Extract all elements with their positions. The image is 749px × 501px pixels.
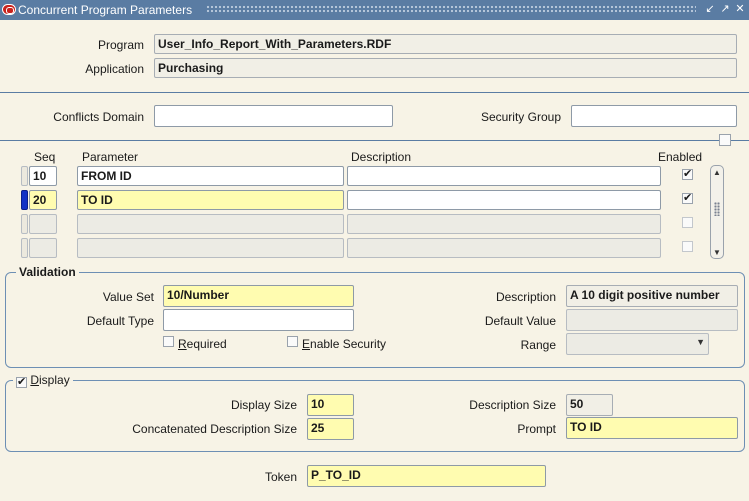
prompt-field[interactable]: TO ID — [566, 417, 738, 439]
token-label: Token — [264, 470, 297, 484]
description-size-field[interactable]: 50 — [566, 394, 613, 416]
scroll-up-icon[interactable]: ▲ — [713, 168, 721, 177]
chevron-down-icon[interactable]: ▼ — [696, 337, 705, 347]
description-field[interactable] — [347, 214, 661, 234]
range-label: Range — [520, 338, 556, 352]
column-header-seq: Seq — [34, 150, 56, 164]
token-field[interactable]: P_TO_ID — [307, 465, 546, 487]
column-header-parameter: Parameter — [82, 150, 139, 164]
oracle-icon[interactable] — [2, 4, 16, 15]
security-group-label: Security Group — [480, 110, 561, 124]
display-checkbox[interactable]: ✔ — [16, 377, 27, 388]
enable-security-label[interactable]: Enable Security — [302, 337, 386, 351]
value-set-label: Value Set — [102, 290, 154, 304]
enabled-checkbox[interactable]: ✔ — [682, 193, 693, 204]
required-label[interactable]: Required — [178, 337, 227, 351]
seq-field[interactable]: 10 — [29, 166, 57, 186]
close-icon[interactable]: ✕ — [733, 2, 747, 17]
window-title: Concurrent Program Parameters — [18, 3, 193, 17]
range-dropdown[interactable]: ▼ — [566, 333, 709, 355]
description-field[interactable] — [347, 238, 661, 258]
conflicts-domain-label: Conflicts Domain — [53, 110, 144, 124]
parameter-field[interactable]: FROM ID — [77, 166, 344, 186]
conflicts-domain-field[interactable] — [154, 105, 393, 127]
validation-legend: Validation — [16, 265, 79, 279]
scroll-thumb[interactable] — [714, 202, 720, 216]
application-label: Application — [85, 62, 144, 76]
row-indicator[interactable] — [21, 238, 28, 258]
enabled-checkbox[interactable] — [682, 217, 693, 228]
scroll-down-icon[interactable]: ▼ — [713, 248, 721, 257]
value-set-field[interactable]: 10/Number — [163, 285, 354, 307]
minimize-icon[interactable]: ↙ — [703, 2, 717, 17]
enabled-checkbox[interactable]: ✔ — [682, 169, 693, 180]
validation-description-label: Description — [495, 290, 556, 304]
multi-row-toggle-checkbox[interactable] — [719, 134, 731, 146]
description-field[interactable] — [347, 190, 661, 210]
vertical-scrollbar[interactable]: ▲ ▼ — [710, 165, 724, 259]
description-field[interactable] — [347, 166, 661, 186]
default-type-field[interactable] — [163, 309, 354, 331]
concatenated-description-size-field[interactable]: 25 — [307, 418, 354, 440]
divider — [0, 140, 749, 141]
divider — [0, 92, 749, 93]
seq-field[interactable] — [29, 238, 57, 258]
display-group — [5, 380, 745, 452]
row-indicator[interactable] — [21, 166, 28, 186]
row-indicator[interactable] — [21, 214, 28, 234]
application-field[interactable]: Purchasing — [154, 58, 737, 78]
window-title-bar: Concurrent Program Parameters ↙ ↗ ✕ — [0, 0, 749, 20]
current-row-indicator[interactable] — [21, 190, 28, 210]
default-value-field[interactable] — [566, 309, 738, 331]
description-size-label: Description Size — [469, 398, 556, 412]
default-value-label: Default Value — [484, 314, 556, 328]
display-size-label: Display Size — [230, 398, 297, 412]
column-header-enabled: Enabled — [658, 150, 703, 164]
concatenated-description-size-label: Concatenated Description Size — [132, 422, 297, 436]
required-checkbox[interactable] — [163, 336, 174, 347]
display-legend[interactable]: ✔ Display — [13, 373, 73, 388]
enable-security-checkbox[interactable] — [287, 336, 298, 347]
column-header-description: Description — [351, 150, 412, 164]
security-group-field[interactable] — [571, 105, 737, 127]
program-field[interactable]: User_Info_Report_With_Parameters.RDF — [154, 34, 737, 54]
parameter-field[interactable] — [77, 214, 344, 234]
prompt-label: Prompt — [517, 422, 556, 436]
title-bar-texture — [206, 5, 696, 14]
validation-description-field[interactable]: A 10 digit positive number — [566, 285, 738, 307]
enabled-checkbox[interactable] — [682, 241, 693, 252]
program-label: Program — [97, 38, 144, 52]
maximize-icon[interactable]: ↗ — [718, 2, 732, 17]
display-size-field[interactable]: 10 — [307, 394, 354, 416]
parameter-field[interactable] — [77, 238, 344, 258]
seq-field[interactable] — [29, 214, 57, 234]
parameter-field[interactable]: TO ID — [77, 190, 344, 210]
default-type-label: Default Type — [86, 314, 154, 328]
seq-field[interactable]: 20 — [29, 190, 57, 210]
